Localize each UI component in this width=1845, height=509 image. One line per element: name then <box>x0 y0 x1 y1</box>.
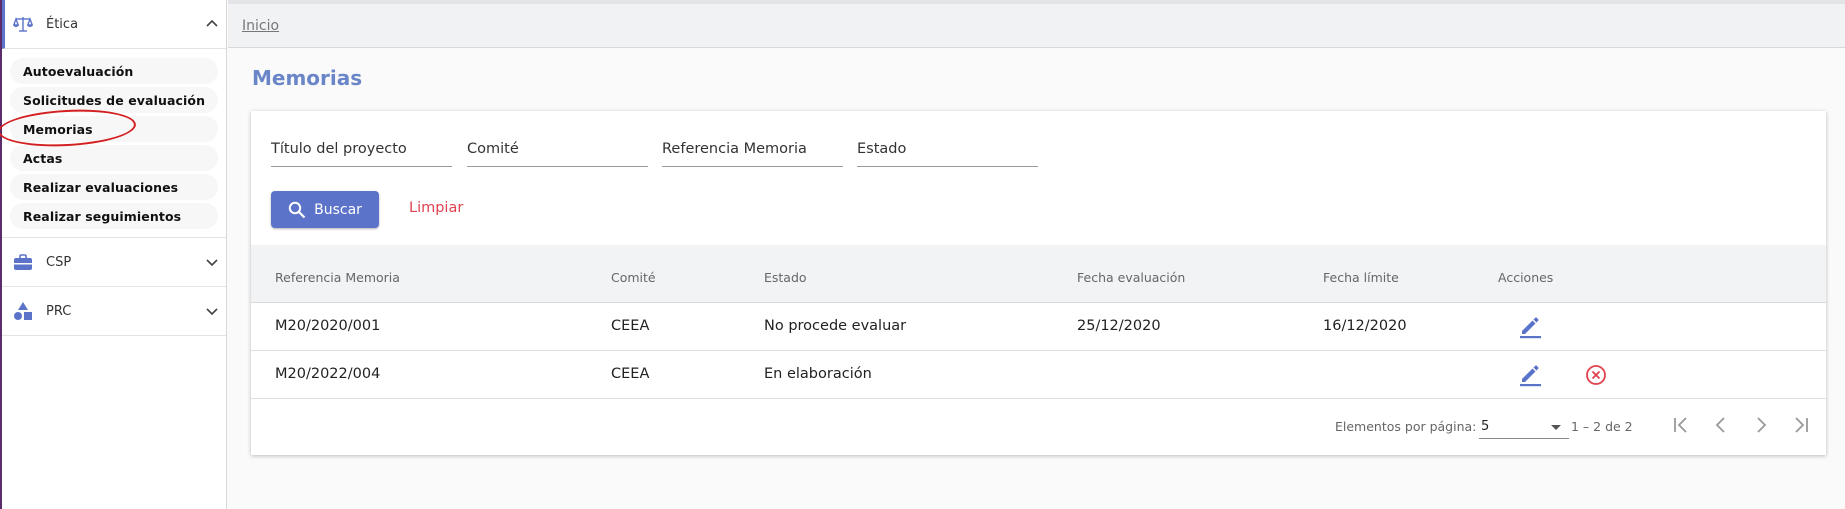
caret-down-icon <box>1551 425 1561 430</box>
briefcase-icon <box>12 251 34 273</box>
last-page-icon[interactable] <box>1789 413 1813 437</box>
shapes-icon <box>12 300 34 322</box>
cell-estado: En elaboración <box>764 366 872 382</box>
page-size-select[interactable]: 5 <box>1479 415 1569 439</box>
column-comite[interactable]: Comité <box>611 270 656 285</box>
delete-icon[interactable] <box>1584 363 1608 387</box>
scales-icon <box>12 13 34 35</box>
cell-comite: CEEA <box>611 366 650 382</box>
cell-comite: CEEA <box>611 318 650 334</box>
sidebar-group-prc[interactable]: PRC <box>2 287 226 336</box>
paginator: Elementos por página: 5 1 – 2 de 2 <box>251 399 1826 455</box>
cell-referencia: M20/2020/001 <box>275 318 381 334</box>
chevron-down-icon[interactable] <box>204 254 220 270</box>
estado-field[interactable]: Estado <box>857 139 1038 167</box>
cell-referencia: M20/2022/004 <box>275 366 381 382</box>
sidebar-item-realizar-evaluaciones[interactable]: Realizar evaluaciones <box>10 174 218 200</box>
table-row: M20/2022/004 CEEA En elaboración <box>251 351 1826 399</box>
page-size-value: 5 <box>1481 419 1490 434</box>
next-page-icon[interactable] <box>1749 413 1773 437</box>
search-button-label: Buscar <box>314 201 362 218</box>
sidebar-group-csp[interactable]: CSP <box>2 238 226 287</box>
memorias-card: Título del proyecto Comité Referencia Me… <box>251 111 1826 455</box>
breadcrumb: Inicio <box>228 0 1845 48</box>
sidebar-group-etica[interactable]: Ética <box>2 0 226 49</box>
column-acciones: Acciones <box>1498 270 1554 285</box>
sidebar-item-memorias[interactable]: Memorias <box>0 106 218 150</box>
chevron-up-icon[interactable] <box>204 16 220 32</box>
chevron-down-icon[interactable] <box>204 303 220 319</box>
clear-button[interactable]: Limpiar <box>409 200 463 216</box>
titulo-proyecto-field[interactable]: Título del proyecto <box>271 139 452 167</box>
column-referencia[interactable]: Referencia Memoria <box>275 270 400 285</box>
sidebar-group-label: Ética <box>46 16 79 32</box>
sidebar-group-label: CSP <box>46 254 72 270</box>
page-range: 1 – 2 de 2 <box>1571 419 1633 434</box>
edit-icon[interactable] <box>1517 361 1543 387</box>
cell-fecha-evaluacion: 25/12/2020 <box>1077 318 1161 334</box>
app-window: Ética Autoevaluación Solicitudes de eval… <box>0 0 1845 509</box>
sidebar-item-autoevaluacion[interactable]: Autoevaluación <box>10 58 218 84</box>
sidebar-item-label: Memorias <box>23 121 93 137</box>
first-page-icon[interactable] <box>1669 413 1693 437</box>
sidebar-item-actas[interactable]: Actas <box>10 145 218 171</box>
table-header: Referencia Memoria Comité Estado Fecha e… <box>251 245 1826 303</box>
sidebar-item-solicitudes[interactable]: Solicitudes de evaluación <box>10 87 218 113</box>
breadcrumb-home-link[interactable]: Inicio <box>242 18 279 34</box>
cell-estado: No procede evaluar <box>764 318 907 334</box>
column-estado[interactable]: Estado <box>764 270 807 285</box>
column-fecha-evaluacion[interactable]: Fecha evaluación <box>1077 270 1185 285</box>
search-button[interactable]: Buscar <box>271 191 379 228</box>
sidebar-subitems-etica: Autoevaluación Solicitudes de evaluación… <box>0 49 226 238</box>
table-row: M20/2020/001 CEEA No procede evaluar 25/… <box>251 303 1826 351</box>
referencia-memoria-field[interactable]: Referencia Memoria <box>662 139 843 167</box>
search-icon <box>288 201 306 218</box>
cell-fecha-limite: 16/12/2020 <box>1323 318 1407 334</box>
sidebar: Ética Autoevaluación Solicitudes de eval… <box>0 0 227 509</box>
previous-page-icon[interactable] <box>1709 413 1733 437</box>
page-title: Memorias <box>252 66 363 90</box>
page-size-label: Elementos por página: <box>1335 419 1477 434</box>
column-fecha-limite[interactable]: Fecha límite <box>1323 270 1399 285</box>
comite-field[interactable]: Comité <box>467 139 648 167</box>
sidebar-group-label: PRC <box>46 303 72 319</box>
sidebar-item-realizar-seguimientos[interactable]: Realizar seguimientos <box>10 203 218 229</box>
edit-icon[interactable] <box>1517 313 1543 339</box>
